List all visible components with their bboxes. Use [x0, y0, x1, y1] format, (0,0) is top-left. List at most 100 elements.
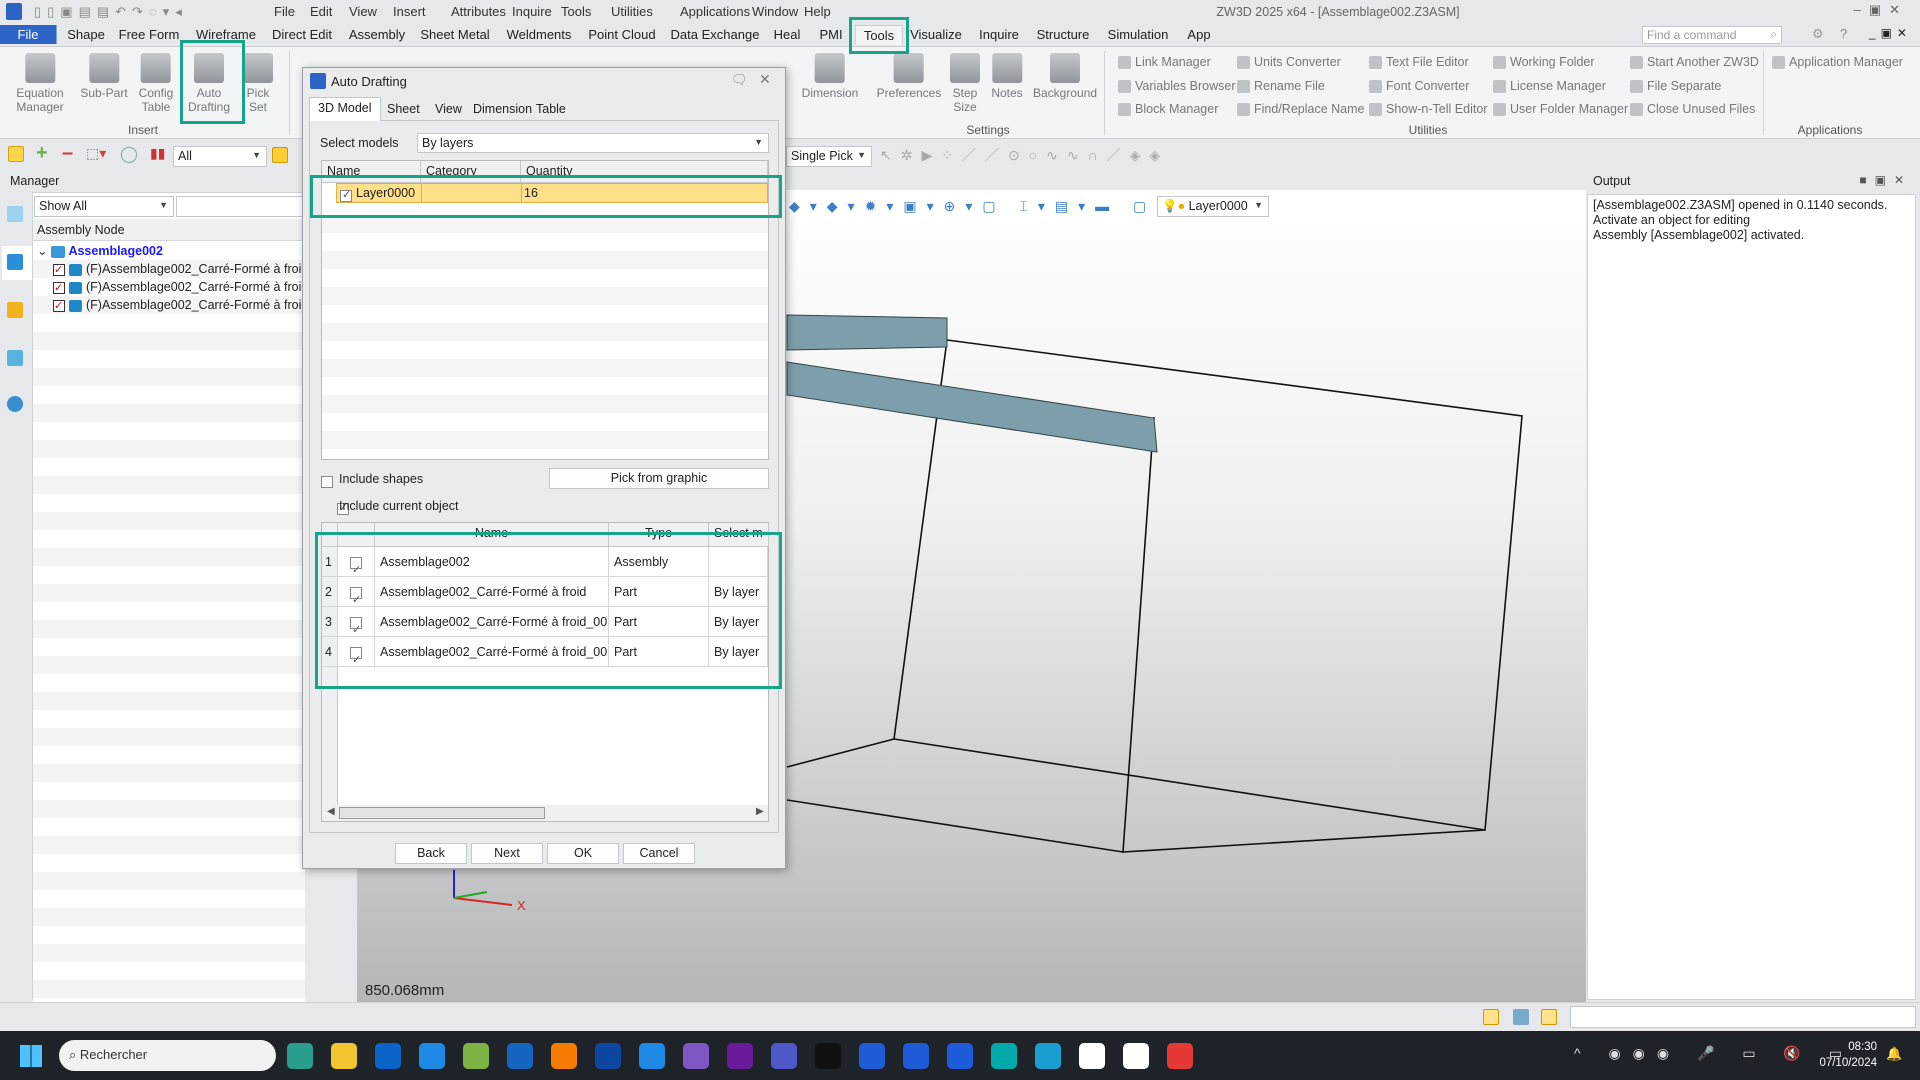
taskbar-app-icon[interactable] — [1079, 1043, 1105, 1069]
settings-btn-3-button[interactable]: Background — [1033, 53, 1097, 100]
ribbon-tab-simulation[interactable]: Simulation — [1108, 27, 1169, 42]
utility-units-converterbutton[interactable]: Units Converter — [1237, 55, 1341, 70]
scroll-right-icon[interactable]: ▶ — [756, 806, 764, 817]
ribbon-tab-assembly[interactable]: Assembly — [349, 27, 405, 42]
taskbar-app-icon[interactable] — [859, 1043, 885, 1069]
ribbon-tab-visualize[interactable]: Visualize — [910, 27, 962, 42]
menu-help[interactable]: Help — [804, 4, 831, 19]
back-button[interactable]: Back — [395, 843, 467, 864]
part-select-mode[interactable]: By layer — [709, 577, 768, 607]
taskbar-app-icon[interactable] — [419, 1043, 445, 1069]
col-category[interactable]: Category — [421, 161, 521, 183]
start-icon[interactable] — [20, 1045, 42, 1067]
ribbon-tab-app[interactable]: App — [1187, 27, 1210, 42]
taskbar-app-icon[interactable] — [1123, 1043, 1149, 1069]
part-row[interactable]: 3 Assemblage002_Carré-Formé à froid_001Pa… — [322, 607, 768, 637]
ribbon-tab-structure[interactable]: Structure — [1037, 27, 1090, 42]
clock-time[interactable]: 08:30 — [1833, 1041, 1877, 1053]
taskbar-app-icon[interactable] — [727, 1043, 753, 1069]
menu-view[interactable]: View — [349, 4, 377, 19]
utility-rename-filebutton[interactable]: Rename File — [1237, 79, 1325, 94]
menu-attributes[interactable]: Attributes — [451, 4, 506, 19]
user-tab-icon[interactable] — [7, 396, 23, 412]
assembly-tab-icon[interactable] — [7, 254, 23, 270]
scrollbar-thumb[interactable] — [339, 807, 545, 819]
menu-file[interactable]: File — [274, 4, 295, 19]
horizontal-scrollbar[interactable]: ◀ ▶ — [322, 805, 768, 821]
utility-link-managerbutton[interactable]: Link Manager — [1118, 55, 1211, 70]
tree-item[interactable]: ✓ (F)Assemblage002_Carré-Formé à froid_00… — [33, 296, 305, 314]
pick-from-graphic-button[interactable]: Pick from graphic — [549, 468, 769, 489]
settings-btn-0-button[interactable]: Preferences — [877, 53, 941, 100]
ribbon-tab-heal[interactable]: Heal — [774, 27, 801, 42]
lasso-icon[interactable]: ◯ — [120, 144, 138, 164]
insert-btn-2-button[interactable]: Config Table — [139, 53, 173, 114]
taskbar-app-icon[interactable] — [639, 1043, 665, 1069]
remove-icon[interactable]: – — [62, 142, 73, 165]
utility-license-managerbutton[interactable]: License Manager — [1493, 79, 1606, 94]
pick-tools-icons[interactable]: ↖✲▶⁘／／⊙○∿∿∩／◈◈ — [880, 145, 1169, 165]
status-input[interactable] — [1570, 1006, 1916, 1028]
utility-find-replace-namebutton[interactable]: Find/Replace Name — [1237, 102, 1364, 117]
close-icon[interactable]: ✕ — [759, 71, 771, 88]
utility-working-folderbutton[interactable]: Working Folder — [1493, 55, 1595, 70]
taskbar-app-icon[interactable] — [991, 1043, 1017, 1069]
utility-user-folder-managerbutton[interactable]: User Folder Manager — [1493, 102, 1628, 117]
menu-inquire[interactable]: Inquire — [512, 4, 552, 19]
menu-tools[interactable]: Tools — [561, 4, 591, 19]
command-search-input[interactable]: Find a command ⌕ — [1642, 26, 1782, 44]
taskbar-app-icon[interactable] — [1035, 1043, 1061, 1069]
col-part-name[interactable]: Name — [375, 523, 609, 547]
taskbar-app-icon[interactable] — [375, 1043, 401, 1069]
pick-mode-select[interactable]: Single Pick ▼ — [786, 146, 872, 167]
visibility-checkbox[interactable]: ✓ — [53, 281, 65, 294]
taskbar-app-icon[interactable] — [771, 1043, 797, 1069]
parts-tab-icon[interactable] — [7, 302, 23, 318]
view-tab-icon[interactable] — [7, 350, 23, 366]
list-icon[interactable] — [1541, 1009, 1557, 1025]
filter-select[interactable]: All ▼ — [173, 146, 267, 167]
taskbar-search[interactable]: ⌕ Rechercher — [59, 1040, 276, 1071]
tree-filter-select[interactable]: Show All ▼ — [34, 196, 174, 217]
layout-icon[interactable] — [1483, 1009, 1499, 1025]
col-part-type[interactable]: Type — [609, 523, 709, 547]
taskbar-app-icon[interactable] — [947, 1043, 973, 1069]
next-button[interactable]: Next — [471, 843, 543, 864]
tree-item[interactable]: ✓ (F)Assemblage002_Carré-Formé à froid — [33, 260, 305, 278]
comment-icon[interactable]: 🗨 — [731, 72, 748, 88]
box-select-icon[interactable]: ⬚▾ — [86, 145, 106, 162]
utility-start-another-zw-dbutton[interactable]: Start Another ZW3D — [1630, 55, 1759, 70]
ribbon-tab-file[interactable]: File — [0, 25, 57, 44]
taskbar-app-icon[interactable] — [331, 1043, 357, 1069]
quick-access-icons[interactable]: ▯▯▣▤▤↶↷◌▾◂ — [34, 4, 188, 20]
menu-applications[interactable]: Applications — [680, 4, 750, 19]
ribbon-tab-weldments[interactable]: Weldments — [507, 27, 572, 42]
insert-btn-4-button[interactable]: Pick Set — [243, 53, 273, 114]
ribbon-tab-inquire[interactable]: Inquire — [979, 27, 1019, 42]
col-select-mode[interactable]: Select m — [709, 523, 769, 547]
col-quantity[interactable]: Quantity — [521, 161, 768, 183]
taskbar-app-icon[interactable] — [551, 1043, 577, 1069]
insert-btn-0-button[interactable]: Equation Manager — [16, 53, 64, 114]
dimension-button[interactable]: Dimension — [802, 53, 858, 100]
tab-sheet[interactable]: Sheet — [379, 99, 428, 120]
utility-variables-browserbutton[interactable]: Variables Browser — [1118, 79, 1236, 94]
gear-icon[interactable]: ⚙ — [1812, 26, 1824, 42]
part-row[interactable]: 4 Assemblage002_Carré-Formé à froid_002Pa… — [322, 637, 768, 667]
ribbon-tab-data-exchange[interactable]: Data Exchange — [671, 27, 760, 42]
tree-search-input[interactable] — [176, 196, 304, 217]
taskbar-app-icon[interactable] — [595, 1043, 621, 1069]
scroll-left-icon[interactable]: ◀ — [327, 806, 335, 817]
output-panel-controls[interactable]: ■▣✕ — [1859, 173, 1912, 187]
application-manager-button[interactable]: Application Manager — [1772, 55, 1903, 70]
settings-btn-1-button[interactable]: Step Size — [950, 53, 980, 114]
visibility-checkbox[interactable]: ✓ — [53, 263, 65, 276]
part-select-mode[interactable]: By layer — [709, 637, 768, 667]
help-icon[interactable]: ? — [1840, 26, 1847, 41]
taskbar-app-icon[interactable] — [463, 1043, 489, 1069]
notification-bell-icon[interactable]: 🔔 — [1886, 1046, 1902, 1062]
tab-table[interactable]: Table — [528, 99, 574, 120]
part-select-mode[interactable] — [709, 547, 768, 577]
row-checkbox[interactable] — [350, 615, 362, 636]
ribbon-tab-wireframe[interactable]: Wireframe — [196, 27, 256, 42]
